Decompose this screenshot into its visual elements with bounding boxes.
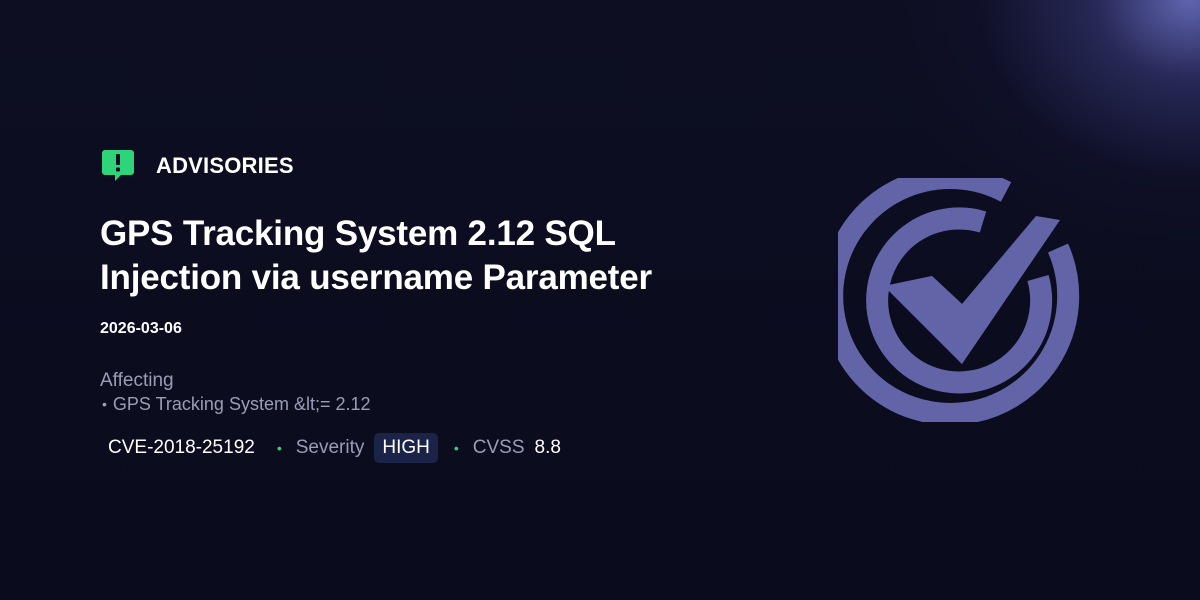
affected-item: • GPS Tracking System &lt;= 2.12 xyxy=(100,392,740,416)
cve-id: CVE-2018-25192 xyxy=(108,437,255,458)
severity-label: Severity xyxy=(295,437,365,458)
severity-badge: HIGH xyxy=(374,433,438,463)
advisory-title: GPS Tracking System 2.12 SQL Injection v… xyxy=(100,214,652,297)
circle-checkmark-logo-icon xyxy=(838,178,1080,422)
section-label: ADVISORIES xyxy=(156,153,294,178)
separator-dot-icon: • xyxy=(453,440,459,456)
affected-item-text: GPS Tracking System &lt;= 2.12 xyxy=(112,394,371,414)
exclamation-speech-bubble-icon xyxy=(102,150,134,181)
advisory-card: ADVISORIES GPS Tracking System 2.12 SQL … xyxy=(100,148,740,464)
separator-dot-icon: • xyxy=(276,440,282,456)
bullet-icon: • xyxy=(102,396,107,412)
affecting-label: Affecting xyxy=(100,370,174,391)
meta-row: CVE-2018-25192 • Severity HIGH • CVSS 8.… xyxy=(108,432,740,464)
advisory-date: 2026-03-06 xyxy=(100,320,182,337)
cvss-label: CVSS xyxy=(472,437,525,458)
cvss-score: 8.8 xyxy=(534,437,561,458)
section-header: ADVISORIES xyxy=(100,148,740,184)
